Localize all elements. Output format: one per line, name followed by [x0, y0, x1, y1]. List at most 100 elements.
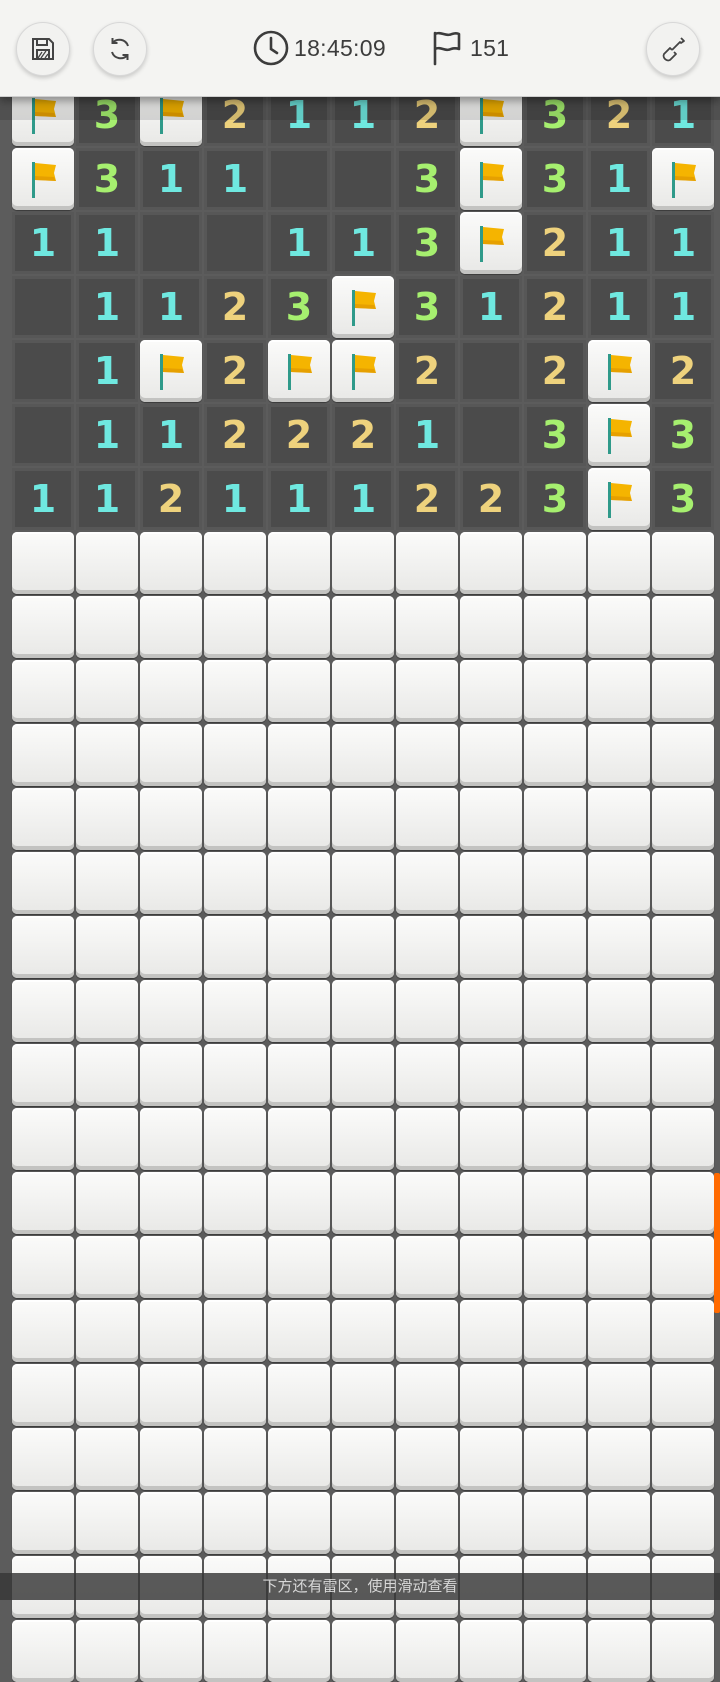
- covered-cell[interactable]: [524, 1172, 586, 1234]
- covered-cell[interactable]: [332, 1492, 394, 1554]
- covered-cell[interactable]: [76, 1300, 138, 1362]
- covered-cell[interactable]: [204, 1364, 266, 1426]
- empty-cell[interactable]: [268, 148, 330, 210]
- number-cell[interactable]: 1: [12, 468, 74, 530]
- number-cell[interactable]: 2: [524, 276, 586, 338]
- empty-cell[interactable]: [332, 148, 394, 210]
- covered-cell[interactable]: [332, 1364, 394, 1426]
- covered-cell[interactable]: [460, 1620, 522, 1682]
- flagged-cell[interactable]: [588, 340, 650, 402]
- covered-cell[interactable]: [140, 1172, 202, 1234]
- covered-cell[interactable]: [268, 916, 330, 978]
- covered-cell[interactable]: [460, 724, 522, 786]
- covered-cell[interactable]: [268, 1108, 330, 1170]
- covered-cell[interactable]: [588, 660, 650, 722]
- covered-cell[interactable]: [76, 724, 138, 786]
- number-cell[interactable]: 1: [396, 404, 458, 466]
- covered-cell[interactable]: [12, 1044, 74, 1106]
- covered-cell[interactable]: [76, 1108, 138, 1170]
- covered-cell[interactable]: [204, 596, 266, 658]
- number-cell[interactable]: 2: [524, 212, 586, 274]
- flagged-cell[interactable]: [460, 148, 522, 210]
- covered-cell[interactable]: [460, 1364, 522, 1426]
- covered-cell[interactable]: [588, 1428, 650, 1490]
- covered-cell[interactable]: [460, 1428, 522, 1490]
- covered-cell[interactable]: [76, 532, 138, 594]
- covered-cell[interactable]: [12, 916, 74, 978]
- covered-cell[interactable]: [76, 596, 138, 658]
- covered-cell[interactable]: [652, 724, 714, 786]
- flagged-cell[interactable]: [140, 340, 202, 402]
- covered-cell[interactable]: [396, 852, 458, 914]
- number-cell[interactable]: 2: [204, 276, 266, 338]
- covered-cell[interactable]: [12, 1236, 74, 1298]
- covered-cell[interactable]: [588, 1236, 650, 1298]
- number-cell[interactable]: 3: [524, 148, 586, 210]
- covered-cell[interactable]: [204, 724, 266, 786]
- covered-cell[interactable]: [332, 660, 394, 722]
- number-cell[interactable]: 2: [652, 340, 714, 402]
- scroll-indicator[interactable]: [714, 1173, 720, 1313]
- covered-cell[interactable]: [332, 916, 394, 978]
- covered-cell[interactable]: [588, 1620, 650, 1682]
- covered-cell[interactable]: [652, 980, 714, 1042]
- number-cell[interactable]: 3: [652, 468, 714, 530]
- covered-cell[interactable]: [588, 596, 650, 658]
- number-cell[interactable]: 1: [76, 212, 138, 274]
- covered-cell[interactable]: [76, 1492, 138, 1554]
- number-cell[interactable]: 2: [396, 340, 458, 402]
- covered-cell[interactable]: [524, 916, 586, 978]
- covered-cell[interactable]: [652, 1620, 714, 1682]
- flagged-cell[interactable]: [588, 404, 650, 466]
- number-cell[interactable]: 2: [460, 468, 522, 530]
- covered-cell[interactable]: [460, 1300, 522, 1362]
- number-cell[interactable]: 3: [76, 148, 138, 210]
- covered-cell[interactable]: [588, 1300, 650, 1362]
- covered-cell[interactable]: [140, 788, 202, 850]
- covered-cell[interactable]: [460, 852, 522, 914]
- covered-cell[interactable]: [204, 1172, 266, 1234]
- covered-cell[interactable]: [652, 1236, 714, 1298]
- number-cell[interactable]: 3: [268, 276, 330, 338]
- number-cell[interactable]: 2: [332, 404, 394, 466]
- covered-cell[interactable]: [588, 852, 650, 914]
- empty-cell[interactable]: [12, 404, 74, 466]
- covered-cell[interactable]: [12, 852, 74, 914]
- covered-cell[interactable]: [12, 1364, 74, 1426]
- covered-cell[interactable]: [460, 916, 522, 978]
- covered-cell[interactable]: [524, 660, 586, 722]
- covered-cell[interactable]: [332, 1620, 394, 1682]
- number-cell[interactable]: 2: [396, 468, 458, 530]
- covered-cell[interactable]: [652, 1044, 714, 1106]
- covered-cell[interactable]: [332, 1108, 394, 1170]
- covered-cell[interactable]: [588, 1108, 650, 1170]
- number-cell[interactable]: 1: [76, 276, 138, 338]
- covered-cell[interactable]: [140, 980, 202, 1042]
- covered-cell[interactable]: [204, 1108, 266, 1170]
- covered-cell[interactable]: [332, 596, 394, 658]
- empty-cell[interactable]: [140, 212, 202, 274]
- covered-cell[interactable]: [460, 788, 522, 850]
- covered-cell[interactable]: [268, 788, 330, 850]
- covered-cell[interactable]: [652, 1108, 714, 1170]
- covered-cell[interactable]: [268, 980, 330, 1042]
- number-cell[interactable]: 3: [396, 276, 458, 338]
- number-cell[interactable]: 1: [268, 212, 330, 274]
- covered-cell[interactable]: [268, 1428, 330, 1490]
- number-cell[interactable]: 3: [652, 404, 714, 466]
- empty-cell[interactable]: [12, 276, 74, 338]
- covered-cell[interactable]: [588, 724, 650, 786]
- number-cell[interactable]: 3: [396, 148, 458, 210]
- covered-cell[interactable]: [140, 596, 202, 658]
- covered-cell[interactable]: [396, 1108, 458, 1170]
- covered-cell[interactable]: [332, 1300, 394, 1362]
- dig-tool-button[interactable]: [646, 22, 700, 76]
- covered-cell[interactable]: [268, 852, 330, 914]
- covered-cell[interactable]: [76, 1428, 138, 1490]
- number-cell[interactable]: 1: [332, 468, 394, 530]
- covered-cell[interactable]: [652, 532, 714, 594]
- number-cell[interactable]: 1: [204, 148, 266, 210]
- save-button[interactable]: [16, 22, 70, 76]
- covered-cell[interactable]: [268, 1364, 330, 1426]
- covered-cell[interactable]: [460, 532, 522, 594]
